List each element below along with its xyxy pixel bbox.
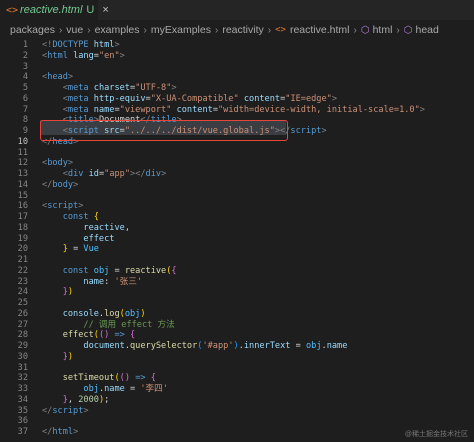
code-token: > — [73, 427, 79, 437]
breadcrumb-item-packages[interactable]: packages — [10, 24, 55, 36]
breadcrumb-item-html[interactable]: html — [373, 24, 393, 36]
watermark: @稀土掘金技术社区 — [404, 431, 468, 438]
breadcrumb-item-myexamples[interactable]: myExamples — [151, 24, 211, 36]
breadcrumb-item-vue[interactable]: vue — [66, 24, 83, 36]
breadcrumb-item-head[interactable]: head — [415, 24, 438, 36]
chevron-right-icon: › — [143, 24, 147, 36]
html-file-icon: <> — [275, 25, 286, 35]
annotation-box — [40, 120, 288, 141]
close-icon[interactable]: × — [102, 4, 108, 16]
chevron-right-icon: › — [58, 24, 63, 36]
line-number: 37 — [17, 427, 28, 437]
chevron-right-icon: › — [214, 24, 219, 36]
tab-title: reactive.html — [20, 4, 83, 16]
chevron-right-icon: › — [87, 24, 91, 36]
code-token: </ — [42, 427, 53, 437]
editor-tab-bar: <> reactive.html U × — [0, 0, 474, 20]
cube-icon: ⬡ — [360, 24, 370, 36]
chevron-right-icon: › — [353, 24, 357, 36]
breadcrumb-item-examples[interactable]: examples — [95, 24, 140, 36]
tab-reactive-html[interactable]: <> reactive.html U × — [0, 0, 109, 20]
code-editor[interactable]: 1 <!DOCTYPE html> 2 <html lang="en"> 3 4 <head… — [0, 40, 474, 442]
code-token: html — [52, 427, 74, 437]
code-line[interactable]: 37 </html> — [0, 425, 474, 440]
cube-icon: ⬡ — [403, 24, 413, 36]
code-text: </html> — [42, 425, 78, 440]
html-file-icon: <> — [6, 4, 19, 16]
breadcrumb-item-reactivity[interactable]: reactivity — [222, 24, 263, 36]
chevron-right-icon: › — [267, 24, 272, 36]
breadcrumb: packages › vue › examples › myExamples ›… — [0, 20, 474, 40]
chevron-right-icon: › — [396, 24, 400, 36]
untracked-badge: U — [86, 4, 95, 16]
breadcrumb-item-file[interactable]: reactive.html — [290, 24, 350, 36]
